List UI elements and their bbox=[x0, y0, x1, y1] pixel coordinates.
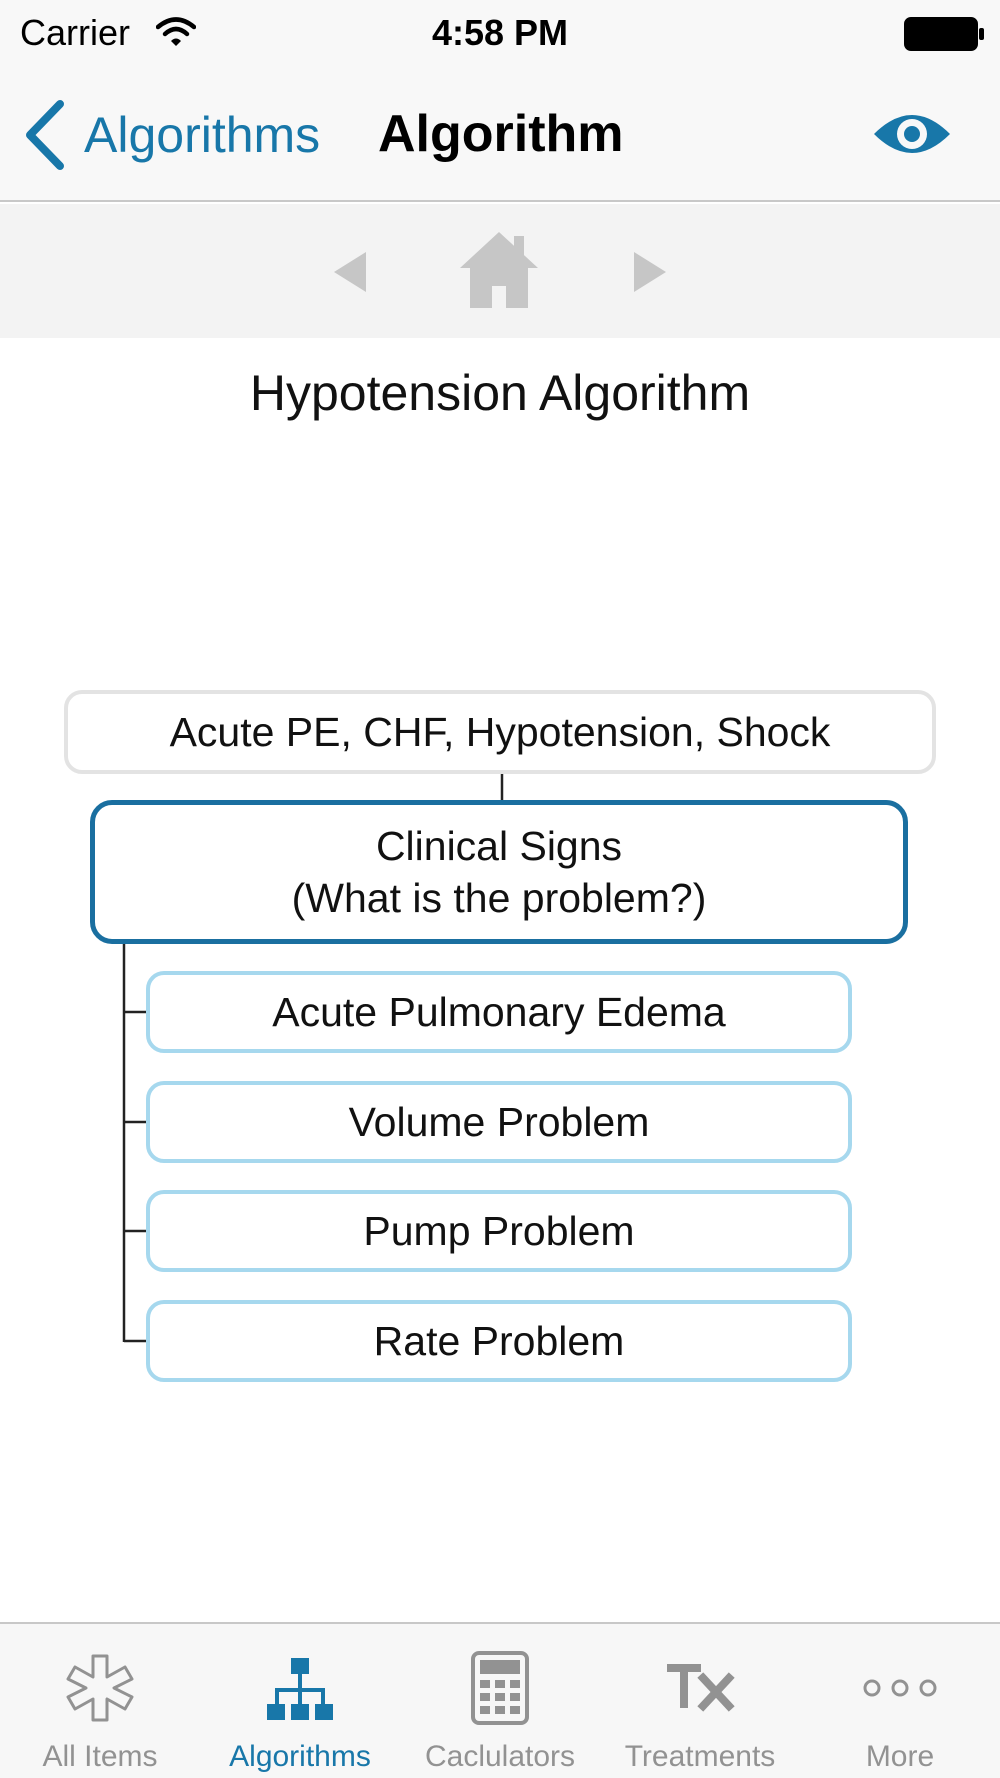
node-label-line2: (What is the problem?) bbox=[291, 875, 707, 921]
node-label: Volume Problem bbox=[348, 1098, 650, 1145]
node-label: Acute PE, CHF, Hypotension, Shock bbox=[169, 708, 831, 755]
node-label: Pump Problem bbox=[363, 1207, 635, 1254]
tab-label: More bbox=[865, 1740, 935, 1773]
tab-label: All Items bbox=[42, 1740, 158, 1773]
tab-treatments[interactable]: Treatments bbox=[600, 1624, 800, 1778]
hierarchy-icon bbox=[267, 1658, 333, 1720]
tab-label: Algorithms bbox=[229, 1740, 371, 1773]
tab-caclulators[interactable]: Caclulators bbox=[400, 1624, 600, 1778]
tab-more[interactable]: More bbox=[800, 1624, 1000, 1778]
more-dots-icon bbox=[863, 1679, 937, 1697]
node-volume-problem[interactable]: Volume Problem bbox=[146, 1081, 852, 1163]
node-acute-pe-chf-hypotension-shock[interactable]: Acute PE, CHF, Hypotension, Shock bbox=[64, 690, 936, 774]
node-pump-problem[interactable]: Pump Problem bbox=[146, 1190, 852, 1272]
asterisk-outline-icon bbox=[66, 1654, 134, 1722]
node-label: Rate Problem bbox=[373, 1317, 625, 1364]
calculator-icon bbox=[471, 1651, 529, 1725]
tab-label: Treatments bbox=[624, 1740, 776, 1773]
node-label-line1: Clinical Signs bbox=[375, 823, 623, 869]
screen: Carrier 4:58 PM Algorithms Algorithm Hyp… bbox=[0, 0, 1000, 1778]
tab-all-items[interactable]: All Items bbox=[0, 1624, 200, 1778]
node-rate-problem[interactable]: Rate Problem bbox=[146, 1300, 852, 1382]
node-acute-pulmonary-edema[interactable]: Acute Pulmonary Edema bbox=[146, 971, 852, 1053]
node-clinical-signs[interactable]: Clinical Signs (What is the problem?) bbox=[90, 800, 908, 944]
tab-algorithms[interactable]: Algorithms bbox=[200, 1624, 400, 1778]
tx-icon bbox=[667, 1664, 735, 1712]
tab-bar: All Items Algorithms Caclulators Treatme… bbox=[0, 1622, 1000, 1778]
tab-label: Caclulators bbox=[424, 1740, 576, 1773]
node-label: Acute Pulmonary Edema bbox=[272, 988, 726, 1035]
